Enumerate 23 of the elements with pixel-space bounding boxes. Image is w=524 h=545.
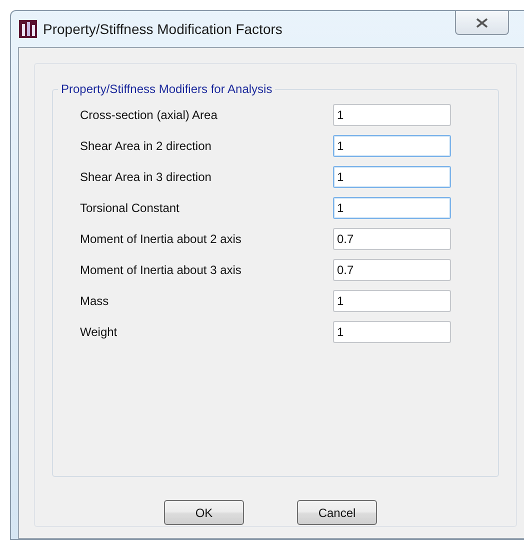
input-field[interactable]: 1 [333,197,451,219]
field-label: Mass [80,294,110,308]
input-field[interactable]: 1 [333,135,451,157]
input-field[interactable]: 1 [333,166,451,188]
app-icon [19,20,37,38]
input-field[interactable]: 0.7 [333,259,451,281]
ok-button[interactable]: OK [164,500,244,525]
field-label: Shear Area in 2 direction [80,139,212,153]
field-label: Moment of Inertia about 3 axis [80,263,242,277]
field-label: Shear Area in 3 direction [80,170,212,184]
input-field[interactable]: 1 [333,290,451,312]
input-field[interactable]: 1 [333,104,451,126]
group-title: Property/Stiffness Modifiers for Analysis [60,82,274,96]
field-label: Weight [80,325,118,339]
close-button[interactable] [455,11,509,35]
close-icon [476,18,488,28]
field-label: Torsional Constant [80,201,180,215]
field-label: Moment of Inertia about 2 axis [80,232,242,246]
window-title: Property/Stiffness Modification Factors [43,21,282,37]
field-label: Cross-section (axial) Area [80,108,218,122]
input-field[interactable]: 1 [333,321,451,343]
cancel-button[interactable]: Cancel [297,500,377,525]
input-field[interactable]: 0.7 [333,228,451,250]
